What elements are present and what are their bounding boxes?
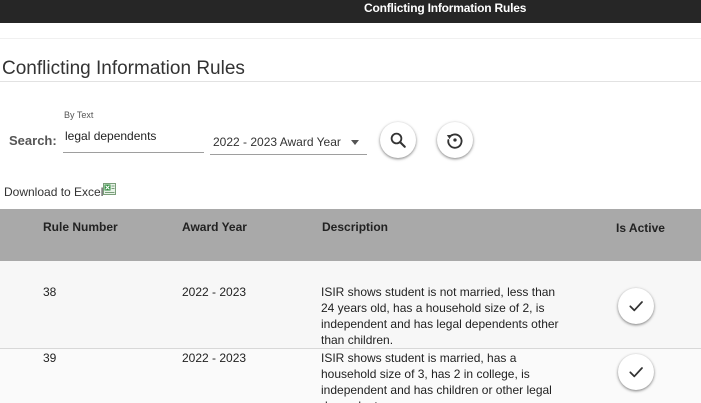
column-header-rule-number[interactable]: Rule Number: [43, 220, 118, 234]
reset-history-icon: [446, 133, 463, 149]
app-bar-title: Conflicting Information Rules: [364, 1, 527, 15]
is-active-toggle[interactable]: [618, 288, 654, 324]
is-active-toggle[interactable]: [618, 354, 654, 390]
title-divider: [0, 81, 701, 82]
excel-icon[interactable]: [103, 183, 116, 195]
column-header-award-year[interactable]: Award Year: [182, 220, 247, 234]
checkmark-icon: [629, 301, 643, 312]
divider: [0, 38, 701, 39]
description-cell: ISIR shows student is married, has a hou…: [321, 351, 552, 403]
search-icon: [390, 132, 406, 148]
award-year-value: 2022 - 2023 Award Year: [213, 135, 341, 149]
column-header-is-active[interactable]: Is Active: [616, 220, 666, 237]
table-header: Rule Number Award Year Description Is Ac…: [0, 209, 701, 261]
description-cell: ISIR shows student is not married, less …: [321, 285, 559, 347]
page-title: Conflicting Information Rules: [2, 58, 245, 79]
table-row[interactable]: 38 2022 - 2023 ISIR shows student is not…: [0, 261, 701, 348]
award-year-select[interactable]: 2022 - 2023 Award Year: [210, 130, 367, 155]
search-label: Search:: [9, 133, 57, 148]
rule-number-cell: 38: [43, 285, 57, 299]
checkmark-icon: [629, 367, 643, 378]
search-input[interactable]: [63, 127, 204, 153]
top-app-bar: Conflicting Information Rules: [0, 0, 701, 23]
award-year-cell: 2022 - 2023: [182, 285, 247, 299]
column-header-description[interactable]: Description: [322, 220, 388, 234]
reset-button[interactable]: [437, 122, 473, 158]
rule-number-cell: 39: [43, 351, 57, 365]
by-text-label: By Text: [64, 110, 94, 120]
award-year-cell: 2022 - 2023: [182, 351, 247, 365]
table-row[interactable]: 39 2022 - 2023 ISIR shows student is mar…: [0, 348, 701, 403]
download-excel-link[interactable]: Download to Excel: [4, 185, 103, 199]
search-button[interactable]: [380, 122, 416, 158]
caret-down-icon: [351, 140, 359, 145]
